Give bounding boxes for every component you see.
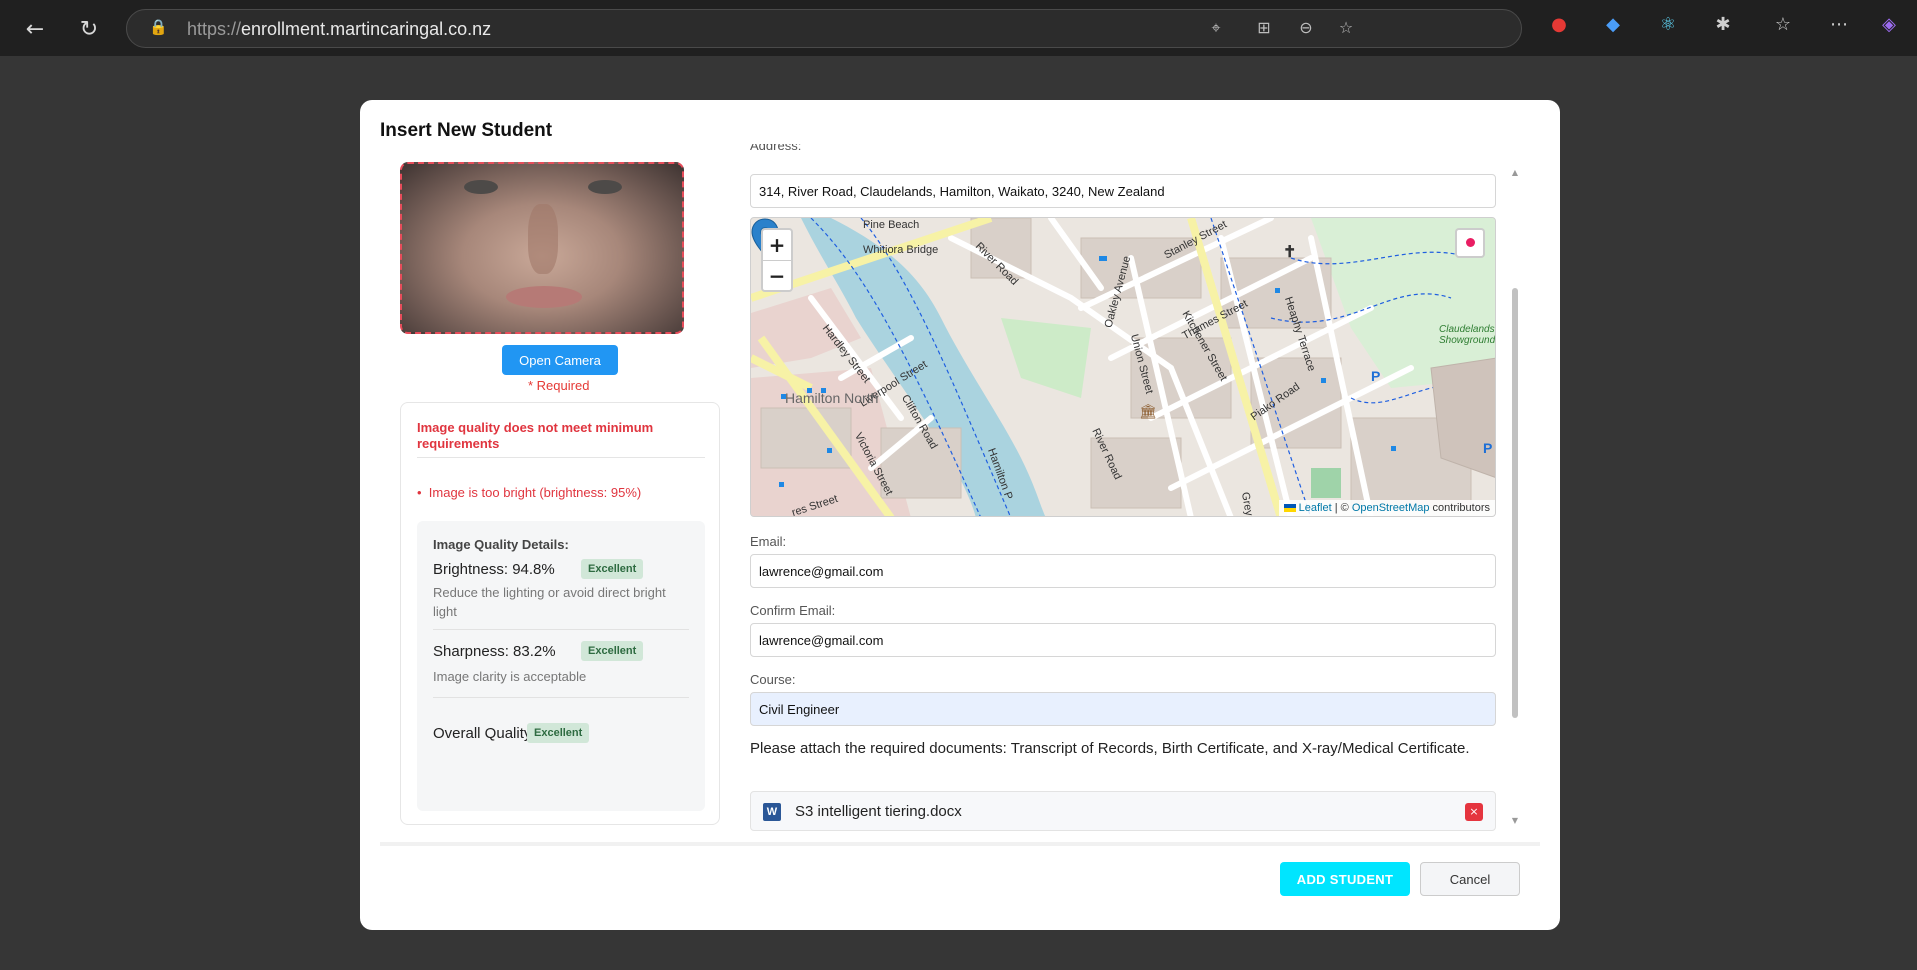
brightness-badge: Excellent	[581, 559, 644, 579]
confirm-email-label: Confirm Email:	[750, 603, 836, 618]
footer-divider	[380, 842, 1540, 846]
scroll-down-icon[interactable]: ▼	[1510, 816, 1520, 826]
cancel-button[interactable]: Cancel	[1420, 862, 1520, 896]
add-student-button[interactable]: ADD STUDENT	[1280, 862, 1410, 896]
divider	[433, 629, 689, 630]
attribution-suffix: contributors	[1429, 502, 1490, 514]
attached-file-item: W S3 intelligent tiering.docx ×	[750, 791, 1496, 831]
leaflet-link[interactable]: Leaflet	[1299, 502, 1332, 514]
zoom-out-button[interactable]: −	[763, 260, 791, 290]
attach-instructions: Please attach the required documents: Tr…	[750, 740, 1470, 757]
divider	[433, 697, 689, 698]
brightness-hint: Reduce the lighting or avoid direct brig…	[433, 585, 666, 619]
photo-eye-left	[464, 180, 498, 194]
course-select[interactable]: Civil Engineer	[750, 692, 1496, 726]
address-bar[interactable]: 🔒 https://enrollment.martincaringal.co.n…	[126, 9, 1522, 48]
church-icon: ✝	[1283, 244, 1297, 261]
sharpness-metric: Sharpness: 83.2%	[433, 643, 556, 660]
overall-quality-label: Overall Quality:	[433, 725, 536, 742]
parking-icon: P	[1483, 440, 1493, 456]
map-label-whitiora-bridge: Whitiora Bridge	[863, 244, 939, 256]
parking-icon: P	[1371, 368, 1381, 384]
quality-error-item-text: Image is too bright (brightness: 95%)	[428, 485, 642, 500]
photo-eye-right	[588, 180, 622, 194]
email-field[interactable]: lawrence@gmail.com	[750, 554, 1496, 588]
favorites-icon[interactable]: ☆	[1770, 14, 1796, 40]
extension-ghost-icon[interactable]: ◆	[1600, 14, 1626, 40]
url-protocol: https://	[187, 19, 242, 39]
confirm-email-field[interactable]: lawrence@gmail.com	[750, 623, 1496, 657]
map-locate-button[interactable]	[1455, 228, 1485, 258]
back-icon[interactable]: ←	[20, 14, 50, 44]
location-map[interactable]: Pine Beach Whitiora Bridge River Road St…	[750, 217, 1496, 517]
browser-toolbar: ← ↻ 🔒 https://enrollment.martincaringal.…	[0, 0, 1917, 56]
photo-lips	[506, 286, 582, 308]
sharpness-badge: Excellent	[581, 641, 644, 661]
quality-details-title: Image Quality Details:	[433, 537, 569, 552]
zoom-icon[interactable]: ⊖	[1295, 18, 1317, 40]
address-label: Address:	[750, 144, 802, 153]
overall-quality-badge: Excellent	[527, 723, 590, 743]
quality-details-panel: Image Quality Details: Brightness: 94.8%…	[417, 521, 705, 811]
remove-file-button[interactable]: ×	[1465, 803, 1483, 821]
scroll-up-icon[interactable]: ▲	[1510, 168, 1520, 178]
open-camera-button[interactable]: Open Camera	[502, 345, 618, 375]
word-document-icon: W	[763, 803, 781, 821]
quality-error-title: Image quality does not meet minimum requ…	[417, 420, 654, 451]
course-label: Course:	[750, 672, 796, 687]
image-quality-card: Image quality does not meet minimum requ…	[400, 402, 720, 825]
email-label: Email:	[750, 534, 787, 549]
map-attribution: Leaflet | © OpenStreetMap contributors	[1278, 500, 1495, 516]
osm-link[interactable]: OpenStreetMap	[1352, 502, 1430, 514]
ukraine-flag-icon	[1283, 504, 1296, 513]
photo-nose	[528, 204, 558, 274]
brightness-metric: Brightness: 94.8%	[433, 561, 555, 578]
url-host: enrollment.martincaringal.co.nz	[241, 19, 492, 39]
address-field[interactable]: 314, River Road, Claudelands, Hamilton, …	[750, 174, 1496, 208]
location-icon[interactable]: ⌖	[1205, 18, 1227, 40]
favorite-star-icon[interactable]: ☆	[1335, 18, 1357, 40]
lock-icon[interactable]: 🔒	[149, 18, 168, 38]
reload-icon[interactable]: ↻	[74, 14, 104, 44]
file-name: S3 intelligent tiering.docx	[795, 803, 962, 820]
react-devtools-icon[interactable]: ⚛	[1655, 14, 1681, 40]
more-menu-icon[interactable]: ⋯	[1826, 14, 1852, 40]
zoom-in-button[interactable]: +	[763, 230, 791, 260]
app-available-icon[interactable]: ⊞	[1253, 18, 1275, 40]
sharpness-hint: Image clarity is acceptable	[433, 669, 587, 684]
map-label-pine-beach: Pine Beach	[863, 219, 920, 231]
copilot-icon[interactable]: ◈	[1876, 14, 1902, 40]
scrollbar-thumb[interactable]	[1512, 288, 1518, 718]
museum-icon: 🏛	[1139, 403, 1157, 419]
attribution-separator: | ©	[1331, 502, 1352, 514]
photo-required-text: * Required	[528, 378, 590, 393]
locate-icon	[1466, 238, 1475, 247]
divider	[417, 457, 705, 458]
map-label-hamilton-north: Hamilton North	[785, 390, 879, 406]
quality-error-item: • Image is too bright (brightness: 95%)	[417, 485, 642, 500]
extensions-puzzle-icon[interactable]: ✱	[1710, 14, 1736, 40]
modal-title: Insert New Student	[380, 120, 553, 141]
extension-red-icon[interactable]: ●	[1546, 14, 1572, 40]
student-photo	[400, 162, 684, 334]
insert-student-modal: Insert New Student Open Camera * Require…	[360, 100, 1560, 930]
url-text[interactable]: https://enrollment.martincaringal.co.nz	[187, 19, 491, 40]
map-label-claudelands-showground: Claudelands Showground	[1439, 324, 1496, 346]
map-zoom-control: + −	[761, 228, 793, 292]
